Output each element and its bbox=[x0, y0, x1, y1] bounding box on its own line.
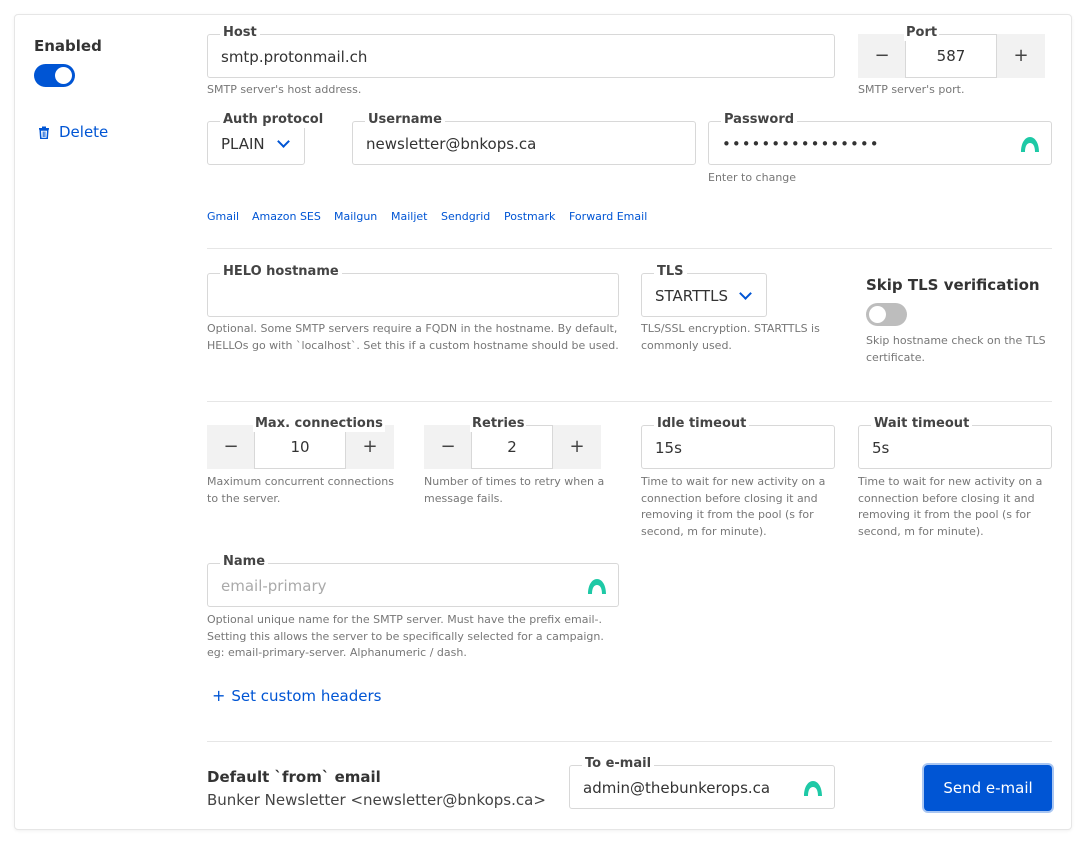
password-manager-icon[interactable] bbox=[1020, 134, 1040, 154]
max-connections-help: Maximum concurrent connections to the se… bbox=[207, 475, 394, 505]
provider-link-mailjet[interactable]: Mailjet bbox=[391, 210, 427, 223]
set-custom-headers-label: Set custom headers bbox=[231, 686, 382, 705]
username-value: newsletter@bnkops.ca bbox=[366, 135, 537, 153]
password-help: Enter to change bbox=[708, 171, 797, 184]
skip-tls-label: Skip TLS verification bbox=[866, 276, 1040, 294]
to-email-field[interactable]: To e-mail admin@thebunkerops.ca bbox=[569, 756, 835, 809]
helo-hostname-field[interactable]: HELO hostname bbox=[207, 264, 619, 317]
retries-help: Number of times to retry when a message … bbox=[424, 475, 605, 505]
port-decrement-button[interactable]: − bbox=[858, 34, 906, 78]
enabled-label: Enabled bbox=[34, 37, 102, 55]
wait-timeout-help: Time to wait for new activity on a conne… bbox=[858, 475, 1043, 538]
provider-link-mailgun[interactable]: Mailgun bbox=[334, 210, 377, 223]
retries-label: Retries bbox=[470, 416, 527, 432]
tls-select[interactable]: TLS STARTTLS bbox=[641, 264, 767, 317]
provider-link-sendgrid[interactable]: Sendgrid bbox=[441, 210, 490, 223]
divider bbox=[207, 401, 1052, 402]
wait-timeout-field[interactable]: Wait timeout 5s bbox=[858, 416, 1052, 469]
toggle-knob bbox=[869, 306, 886, 323]
plus-icon: + bbox=[212, 686, 226, 705]
provider-link-gmail[interactable]: Gmail bbox=[207, 210, 239, 223]
port-help: SMTP server's port. bbox=[858, 83, 965, 96]
port-label: Port bbox=[904, 25, 940, 41]
password-field[interactable]: Password •••••••••••••••• bbox=[708, 112, 1052, 165]
port-stepper: − 587 + Port bbox=[858, 25, 1045, 78]
retries-decrement-button[interactable]: − bbox=[424, 425, 472, 469]
host-field[interactable]: Host smtp.protonmail.ch bbox=[207, 25, 835, 78]
chevron-down-icon bbox=[277, 135, 290, 148]
name-placeholder: email-primary bbox=[221, 577, 327, 595]
toggle-knob bbox=[55, 67, 72, 84]
provider-link-postmark[interactable]: Postmark bbox=[504, 210, 555, 223]
enabled-toggle[interactable] bbox=[34, 64, 75, 87]
host-help: SMTP server's host address. bbox=[207, 83, 362, 96]
trash-icon bbox=[39, 126, 49, 139]
port-increment-button[interactable]: + bbox=[997, 34, 1045, 78]
max-connections-label: Max. connections bbox=[253, 416, 385, 432]
auth-protocol-value: PLAIN bbox=[221, 135, 265, 153]
delete-button[interactable]: Delete bbox=[38, 123, 108, 141]
max-connections-decrement-button[interactable]: − bbox=[207, 425, 255, 469]
set-custom-headers-link[interactable]: + Set custom headers bbox=[212, 686, 381, 705]
tls-value: STARTTLS bbox=[655, 287, 729, 305]
retries-stepper: − 2 + Retries bbox=[424, 416, 601, 469]
send-email-button[interactable]: Send e-mail bbox=[924, 765, 1052, 811]
password-manager-icon[interactable] bbox=[587, 576, 607, 596]
auth-protocol-select[interactable]: Auth protocol PLAIN bbox=[207, 112, 327, 165]
chevron-down-icon bbox=[739, 287, 752, 300]
retries-increment-button[interactable]: + bbox=[553, 425, 601, 469]
divider bbox=[207, 248, 1052, 249]
default-from-email-value: Bunker Newsletter <newsletter@bnkops.ca> bbox=[207, 791, 546, 809]
skip-tls-toggle[interactable] bbox=[866, 303, 907, 326]
password-value: •••••••••••••••• bbox=[722, 135, 880, 153]
wait-timeout-value: 5s bbox=[872, 439, 890, 457]
provider-link-amazon-ses[interactable]: Amazon SES bbox=[252, 210, 321, 223]
provider-link-forward-email[interactable]: Forward Email bbox=[569, 210, 647, 223]
max-connections-stepper: − 10 + Max. connections bbox=[207, 416, 394, 469]
name-field[interactable]: Name email-primary bbox=[207, 554, 619, 607]
idle-timeout-help: Time to wait for new activity on a conne… bbox=[641, 475, 826, 538]
default-from-email-title: Default `from` email bbox=[207, 768, 381, 786]
delete-label: Delete bbox=[59, 123, 109, 141]
skip-tls-help: Skip hostname check on the TLS certifica… bbox=[866, 334, 1046, 364]
idle-timeout-field[interactable]: Idle timeout 15s bbox=[641, 416, 835, 469]
host-value: smtp.protonmail.ch bbox=[221, 48, 368, 66]
name-help: Optional unique name for the SMTP server… bbox=[207, 613, 604, 659]
idle-timeout-value: 15s bbox=[655, 439, 682, 457]
to-email-value: admin@thebunkerops.ca bbox=[583, 779, 771, 797]
helo-hostname-label: HELO hostname bbox=[220, 264, 342, 280]
divider bbox=[207, 741, 1052, 742]
tls-help: TLS/SSL encryption. STARTTLS is commonly… bbox=[641, 322, 820, 352]
username-field[interactable]: Username newsletter@bnkops.ca bbox=[352, 112, 696, 165]
password-manager-icon[interactable] bbox=[803, 778, 823, 798]
helo-hostname-help: Optional. Some SMTP servers require a FQ… bbox=[207, 322, 619, 352]
